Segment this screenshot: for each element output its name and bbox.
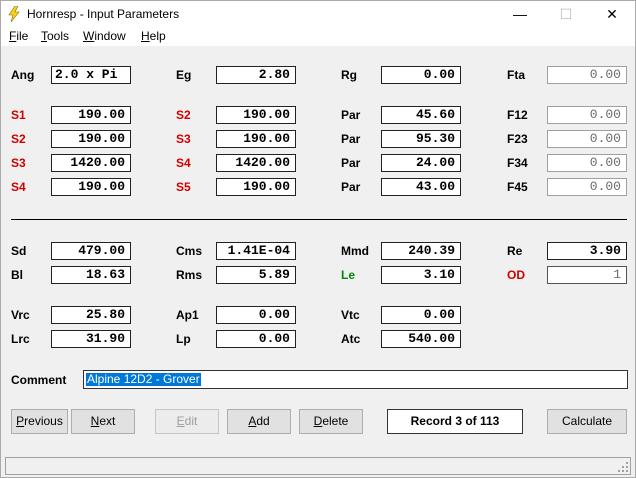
label-par-2: Par <box>341 132 361 146</box>
label-par-4: Par <box>341 180 361 194</box>
hornresp-window: Hornresp - Input Parameters — ☐ ✕ File T… <box>0 0 636 478</box>
calculate-button[interactable]: Calculate <box>547 409 627 434</box>
label-atc: Atc <box>341 332 361 346</box>
section-divider <box>11 219 627 220</box>
label-comment: Comment <box>11 373 67 387</box>
edit-button: Edit <box>155 409 219 434</box>
minimize-button[interactable]: — <box>497 1 543 27</box>
menu-tools[interactable]: Tools <box>41 29 69 43</box>
field-cms[interactable]: 1.41E-04 <box>216 242 296 260</box>
label-ang: Ang <box>11 68 35 82</box>
field-s1[interactable]: 190.00 <box>51 106 131 124</box>
label-f45: F45 <box>507 180 528 194</box>
title-bar[interactable]: Hornresp - Input Parameters — ☐ ✕ <box>1 1 635 27</box>
label-sd: Sd <box>11 244 27 258</box>
menu-file[interactable]: File <box>9 29 28 43</box>
field-vtc[interactable]: 0.00 <box>381 306 461 324</box>
label-le: Le <box>341 268 356 282</box>
label-re: Re <box>507 244 523 258</box>
label-fta: Fta <box>507 68 525 82</box>
comment-field[interactable]: Alpine 12D2 - Grover <box>83 370 628 389</box>
field-s5[interactable]: 190.00 <box>216 178 296 196</box>
status-bar <box>5 457 631 475</box>
label-f34: F34 <box>507 156 528 170</box>
field-s4-row4[interactable]: 190.00 <box>51 178 131 196</box>
label-s4-row4: S4 <box>11 180 26 194</box>
label-rms: Rms <box>176 268 203 282</box>
field-re[interactable]: 3.90 <box>547 242 627 260</box>
label-vtc: Vtc <box>341 308 360 322</box>
field-le[interactable]: 3.10 <box>381 266 461 284</box>
field-rms[interactable]: 5.89 <box>216 266 296 284</box>
field-od[interactable]: 1 <box>547 266 627 284</box>
field-lp[interactable]: 0.00 <box>216 330 296 348</box>
label-bl: Bl <box>11 268 23 282</box>
field-f23: 0.00 <box>547 130 627 148</box>
field-s2-row2[interactable]: 190.00 <box>51 130 131 148</box>
resize-grip-icon[interactable] <box>618 462 628 472</box>
label-lp: Lp <box>176 332 191 346</box>
menu-bar: File Tools Window Help <box>1 27 635 46</box>
previous-button[interactable]: Previous <box>11 409 68 434</box>
field-atc[interactable]: 540.00 <box>381 330 461 348</box>
maximize-button[interactable]: ☐ <box>543 1 589 27</box>
field-sd[interactable]: 479.00 <box>51 242 131 260</box>
window-title: Hornresp - Input Parameters <box>27 7 180 21</box>
field-eg[interactable]: 2.80 <box>216 66 296 84</box>
field-rg[interactable]: 0.00 <box>381 66 461 84</box>
field-ap1[interactable]: 0.00 <box>216 306 296 324</box>
menu-help[interactable]: Help <box>141 29 166 43</box>
field-ang[interactable]: 2.0 x Pi <box>51 66 131 84</box>
label-s4: S4 <box>176 156 191 170</box>
field-par-2[interactable]: 95.30 <box>381 130 461 148</box>
label-ap1: Ap1 <box>176 308 199 322</box>
field-f12: 0.00 <box>547 106 627 124</box>
menu-window[interactable]: Window <box>83 29 126 43</box>
field-par-1[interactable]: 45.60 <box>381 106 461 124</box>
label-s3: S3 <box>176 132 191 146</box>
label-lrc: Lrc <box>11 332 30 346</box>
label-s1: S1 <box>11 108 26 122</box>
label-par-1: Par <box>341 108 361 122</box>
field-s3[interactable]: 190.00 <box>216 130 296 148</box>
label-s5: S5 <box>176 180 191 194</box>
add-button[interactable]: Add <box>227 409 291 434</box>
label-s2: S2 <box>176 108 191 122</box>
field-bl[interactable]: 18.63 <box>51 266 131 284</box>
label-vrc: Vrc <box>11 308 30 322</box>
field-fta: 0.00 <box>547 66 627 84</box>
field-vrc[interactable]: 25.80 <box>51 306 131 324</box>
record-indicator: Record 3 of 113 <box>387 409 523 434</box>
label-s3-row3: S3 <box>11 156 26 170</box>
label-par-3: Par <box>341 156 361 170</box>
label-s2-row2: S2 <box>11 132 26 146</box>
field-f34: 0.00 <box>547 154 627 172</box>
field-f45: 0.00 <box>547 178 627 196</box>
field-s2[interactable]: 190.00 <box>216 106 296 124</box>
field-par-3[interactable]: 24.00 <box>381 154 461 172</box>
field-s3-row3[interactable]: 1420.00 <box>51 154 131 172</box>
next-button[interactable]: Next <box>71 409 135 434</box>
label-od: OD <box>507 268 525 282</box>
field-par-4[interactable]: 43.00 <box>381 178 461 196</box>
label-mmd: Mmd <box>341 244 369 258</box>
label-cms: Cms <box>176 244 203 258</box>
close-button[interactable]: ✕ <box>589 1 635 27</box>
comment-text: Alpine 12D2 - Grover <box>86 372 201 386</box>
field-lrc[interactable]: 31.90 <box>51 330 131 348</box>
label-f23: F23 <box>507 132 528 146</box>
label-f12: F12 <box>507 108 528 122</box>
delete-button[interactable]: Delete <box>299 409 363 434</box>
lightning-app-icon <box>8 6 20 22</box>
label-eg: Eg <box>176 68 192 82</box>
field-s4[interactable]: 1420.00 <box>216 154 296 172</box>
field-mmd[interactable]: 240.39 <box>381 242 461 260</box>
label-rg: Rg <box>341 68 357 82</box>
